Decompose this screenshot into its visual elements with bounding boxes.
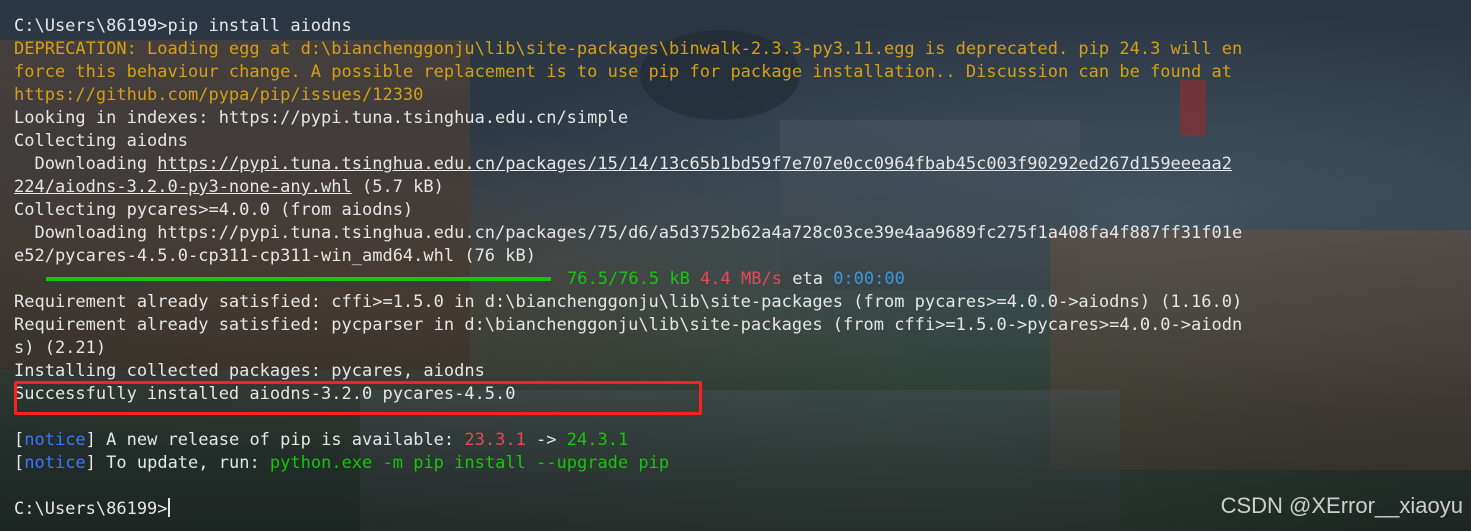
download-url-link[interactable]: 224/aiodns-3.2.0-py3-none-any.whl — [14, 177, 352, 197]
deprecation-warning-line: DEPRECATION: Loading egg at d:\biancheng… — [14, 39, 1243, 59]
old-version: 23.3.1 — [464, 430, 526, 450]
progress-speed: 4.4 MB/s — [700, 269, 782, 289]
collecting-line: Collecting aiodns — [14, 131, 188, 151]
deprecation-warning-line: force this behaviour change. A possible … — [14, 62, 1232, 82]
version-arrow: -> — [525, 430, 567, 450]
prompt-text: C:\Users\86199> — [14, 499, 168, 519]
requirement-line: Requirement already satisfied: cffi>=1.5… — [14, 292, 1243, 312]
download-line: e52/pycares-4.5.0-cp311-cp311-win_amd64.… — [14, 246, 536, 266]
success-highlight-box — [14, 381, 702, 415]
download-line: 224/aiodns-3.2.0-py3-none-any.whl (5.7 k… — [14, 176, 1471, 199]
terminal-output[interactable]: C:\Users\86199>pip install aiodns DEPREC… — [14, 15, 1471, 521]
download-url-link[interactable]: https://pypi.tuna.tsinghua.edu.cn/packag… — [157, 154, 1232, 174]
installing-line: Installing collected packages: pycares, … — [14, 361, 485, 381]
notice-bracket-open: [ — [14, 430, 25, 450]
terminal-window[interactable]: C:\Users\86199>pip install aiodns DEPREC… — [0, 0, 1471, 531]
download-prefix: Downloading — [14, 154, 158, 174]
requirement-line: Requirement already satisfied: pycparser… — [14, 315, 1243, 335]
notice-tag: notice — [24, 453, 86, 473]
index-url-line: Looking in indexes: https://pypi.tuna.ts… — [14, 108, 629, 128]
notice-bracket-close: ] — [85, 453, 96, 473]
notice-text: To update, run: — [95, 453, 270, 473]
collecting-line: Collecting pycares>=4.0.0 (from aiodns) — [14, 200, 414, 220]
download-line: Downloading https://pypi.tuna.tsinghua.e… — [14, 153, 1471, 176]
notice-bracket-close: ] — [85, 430, 96, 450]
notice-bracket-open: [ — [14, 453, 25, 473]
progress-size: 76.5/76.5 kB — [567, 269, 690, 289]
upgrade-command: python.exe -m pip install --upgrade pip — [269, 453, 670, 473]
download-line: Downloading https://pypi.tuna.tsinghua.e… — [14, 223, 1243, 243]
progress-bar — [46, 277, 551, 281]
notice-tag: notice — [24, 430, 86, 450]
notice-line: [notice] A new release of pip is availab… — [14, 429, 1471, 452]
new-version: 24.3.1 — [566, 430, 629, 450]
eta-label: eta — [792, 269, 823, 289]
notice-text: A new release of pip is available: — [95, 430, 465, 450]
requirement-line: s) (2.21) — [14, 338, 107, 358]
deprecation-warning-link[interactable]: https://github.com/pypa/pip/issues/12330 — [14, 84, 1471, 107]
progress-line: 76.5/76.5 kB 4.4 MB/s eta 0:00:00 — [14, 268, 1471, 291]
command-line: C:\Users\86199>pip install aiodns — [14, 16, 352, 36]
text-cursor — [167, 498, 170, 517]
notice-line: [notice] To update, run: python.exe -m p… — [14, 452, 1471, 475]
watermark: CSDN @XError__xiaoyu — [1220, 493, 1463, 518]
eta-value: 0:00:00 — [833, 269, 905, 289]
download-size: (5.7 kB) — [351, 177, 444, 197]
